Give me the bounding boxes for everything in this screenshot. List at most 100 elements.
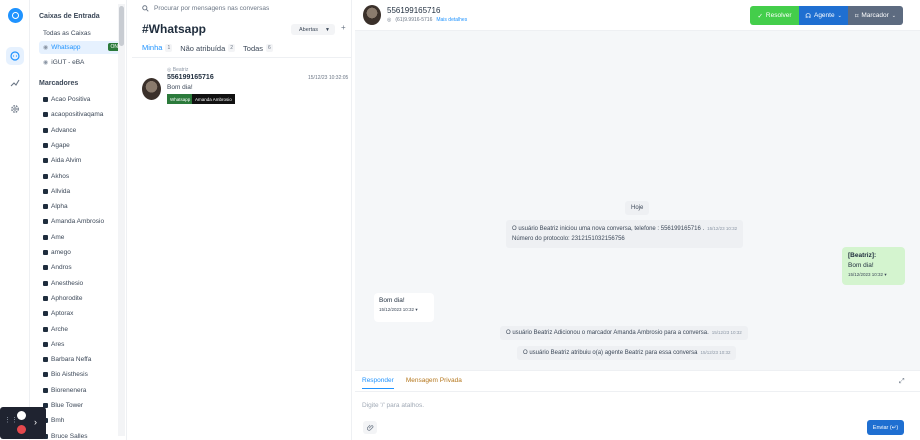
- chevron-down-icon[interactable]: ▾: [884, 272, 886, 277]
- app-root: Caixas de Entrada Todas as Caixas ◉ Whats…: [0, 0, 920, 440]
- headset-icon: ☊: [805, 12, 811, 20]
- tab-all[interactable]: Todas 6: [243, 43, 273, 58]
- sidebar-label-item[interactable]: amego: [43, 249, 71, 256]
- label-color-icon: [43, 173, 48, 179]
- sidebar-label-text: Blue Tower: [51, 402, 84, 409]
- assign-agent-button[interactable]: ☊ Agente ⌄: [799, 6, 848, 25]
- sidebar-label-item[interactable]: Ame: [43, 234, 64, 241]
- sidebar-label-item[interactable]: Bio Aisthesis: [43, 371, 88, 378]
- sidebar-label-item[interactable]: Alpha: [43, 203, 68, 210]
- tab-unassigned[interactable]: Não atribuída 2: [180, 43, 236, 58]
- label-color-icon: [43, 341, 48, 347]
- label-color-icon: [43, 357, 48, 363]
- sidebar-label-item[interactable]: acaopositivaqama: [43, 111, 103, 118]
- sidebar-label-item[interactable]: Aida Alvim: [43, 157, 81, 164]
- sidebar-label-item[interactable]: Ares: [43, 341, 64, 348]
- label-color-icon: [43, 219, 48, 225]
- sidebar-label-item[interactable]: Blue Tower: [43, 402, 83, 409]
- resolve-label: Resolver: [765, 12, 792, 19]
- conversation-contact: 556199165716: [167, 74, 214, 81]
- expand-icon[interactable]: ⤢: [899, 378, 905, 386]
- send-button[interactable]: Enviar (↵): [867, 420, 904, 435]
- activity-message: O usuário Beatriz iniciou uma nova conve…: [506, 220, 744, 248]
- app-logo-icon[interactable]: [8, 8, 23, 23]
- reply-tabs: Responder Mensagem Privada: [362, 377, 462, 389]
- sidebar-label-item[interactable]: Amanda Ambrosio: [43, 218, 104, 225]
- label-color-icon: [43, 387, 48, 393]
- sidebar-label-text: amego: [51, 249, 71, 256]
- contact-avatar[interactable]: [363, 5, 381, 25]
- activity-time: 15/12/23 10:32: [711, 330, 742, 335]
- message-time: 15/12/2023 10:32: [379, 307, 415, 312]
- sidebar-label-item[interactable]: Arche: [43, 326, 68, 333]
- search-input[interactable]: Procurar por mensagens nas conversas: [142, 5, 269, 12]
- sidebar-label-item[interactable]: Aphorodite: [43, 295, 82, 302]
- label-color-icon: [43, 142, 48, 148]
- attach-button[interactable]: [363, 421, 377, 434]
- sidebar-label-item[interactable]: Biorenenera: [43, 387, 86, 394]
- divider: [355, 391, 920, 392]
- message-input[interactable]: Digite '/' para atalhos.: [362, 402, 424, 409]
- outgoing-message[interactable]: [Beatriz]: Bom dia! 15/12/2023 10:32 ▾: [842, 247, 905, 285]
- chevron-down-icon[interactable]: ▾: [415, 307, 417, 312]
- chevron-right-icon[interactable]: ›: [34, 417, 37, 427]
- settings-gear-icon[interactable]: [6, 100, 24, 118]
- chevron-down-icon: ▼: [324, 26, 330, 33]
- sidebar-label-item[interactable]: Acao Positiva: [43, 96, 90, 103]
- sidebar-label-item[interactable]: Bruce Salles: [43, 433, 88, 440]
- label-color-icon: [43, 188, 48, 194]
- tab-private-note[interactable]: Mensagem Privada: [406, 377, 462, 389]
- sidebar-label-text: Bruce Salles: [51, 432, 88, 440]
- conversations-icon[interactable]: [6, 47, 24, 65]
- stop-icon[interactable]: [17, 425, 26, 434]
- sidebar-label-text: Aphorodite: [51, 294, 83, 302]
- sidebar-label-text: Alpha: [51, 203, 68, 211]
- status-filter-select[interactable]: Abertas ▼: [291, 24, 335, 35]
- sidebar-label-item[interactable]: Anesthesio: [43, 280, 83, 287]
- label-color-icon: [43, 311, 48, 317]
- chevron-down-icon: ⌄: [891, 12, 896, 19]
- sidebar-item-label: Whatsapp: [51, 44, 81, 51]
- tab-mine[interactable]: Minha 1: [142, 43, 173, 58]
- sidebar-label-text: Acao Positiva: [51, 96, 91, 103]
- sidebar-label-text: Andros: [51, 264, 72, 272]
- sidebar-label-item[interactable]: Agape: [43, 142, 70, 149]
- label-color-icon: [43, 280, 48, 286]
- sidebar-label-item[interactable]: Bmh: [43, 417, 64, 424]
- sidebar-label-item[interactable]: Allvida: [43, 188, 70, 195]
- tab-label: Minha: [142, 43, 163, 52]
- sidebar-label-item[interactable]: Andros: [43, 264, 72, 271]
- label-button[interactable]: ⌑ Marcador ⌄: [848, 6, 903, 25]
- activity-message: O usuário Beatriz Adicionou o marcador A…: [500, 326, 748, 340]
- label-tag: Amanda Ambrosio: [192, 94, 235, 104]
- label-color-icon: [43, 234, 48, 240]
- sidebar-label-item[interactable]: Akhos: [43, 173, 69, 180]
- sidebar-item-all-inboxes[interactable]: Todas as Caixas: [39, 27, 124, 40]
- tab-reply[interactable]: Responder: [362, 377, 394, 389]
- sidebar-item-whatsapp[interactable]: ◉ Whatsapp ON: [39, 41, 124, 54]
- sidebar-label-item[interactable]: Barbara Neffa: [43, 356, 91, 363]
- label-color-icon: [43, 204, 48, 210]
- conversation-card[interactable]: ◎ Beatriz 556199165716 15/12/23 10:32:05…: [132, 60, 352, 108]
- more-details-link[interactable]: Mais detalhes: [436, 17, 467, 23]
- sidebar-item-label: Todas as Caixas: [43, 30, 91, 37]
- label-color-icon: [43, 326, 48, 332]
- reports-icon[interactable]: [6, 74, 24, 92]
- tab-count: 1: [165, 43, 173, 52]
- incoming-message[interactable]: Bom dia! 15/12/2023 10:32 ▾: [374, 293, 434, 322]
- reply-box: Responder Mensagem Privada ⤢ Digite '/' …: [355, 370, 920, 440]
- pause-icon[interactable]: [17, 411, 26, 420]
- sidebar-label-text: Bmh: [51, 417, 65, 425]
- sidebar-label-text: Ame: [51, 233, 65, 241]
- nav-rail: [0, 0, 30, 440]
- resolve-button[interactable]: ✓ Resolver: [750, 6, 799, 25]
- plus-icon[interactable]: +: [341, 23, 346, 32]
- scrollbar-thumb[interactable]: [119, 6, 124, 46]
- conversation-time: 15/12/23 10:32:05: [308, 75, 349, 81]
- sidebar-label-item[interactable]: Advance: [43, 127, 76, 134]
- sidebar-item-igut[interactable]: ◉ iGUT - eBA: [39, 56, 124, 69]
- message-sender: [Beatriz]:: [848, 252, 877, 259]
- drag-handle-icon[interactable]: ⋮⋮: [4, 417, 18, 424]
- sidebar-scrollbar[interactable]: [118, 4, 125, 436]
- sidebar-label-item[interactable]: Aptorax: [43, 310, 73, 317]
